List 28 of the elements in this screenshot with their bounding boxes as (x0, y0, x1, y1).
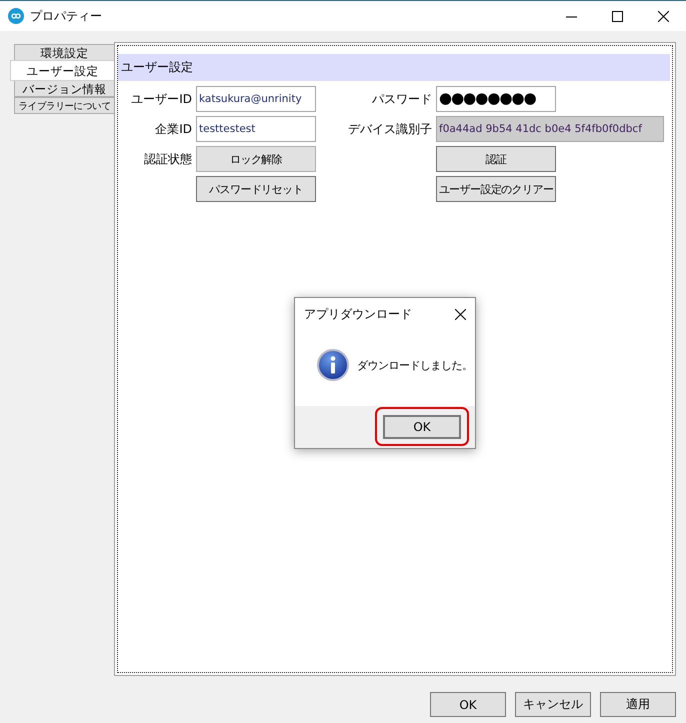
dialog-button[interactable]: OK (430, 692, 506, 717)
app-icon (8, 8, 24, 24)
text-field[interactable]: testtestest (196, 116, 316, 142)
field-label: パスワード (371, 90, 433, 108)
tab[interactable]: 環境設定 (14, 44, 114, 61)
text-field[interactable]: katsukura@unrinity (196, 86, 316, 112)
status-button[interactable]: ロック解除 (196, 146, 316, 172)
ok-button[interactable]: OK (383, 415, 461, 439)
dialog-message: ダウンロードしました。 (357, 358, 472, 372)
info-icon (317, 349, 349, 381)
window-title: プロパティー (30, 8, 103, 24)
action-button[interactable]: 認証 (436, 146, 556, 172)
device-id-field: f0a44ad 9b54 41dc b0e4 5f4fb0f0dbcf (436, 116, 664, 142)
field-label: ユーザーID (130, 90, 193, 108)
tab[interactable]: ライブラリーについて (14, 97, 114, 114)
tab[interactable]: ユーザー設定 (10, 60, 114, 81)
field-label: 認証状態 (143, 150, 193, 168)
dialog-title: アプリダウンロード (304, 306, 413, 322)
field-label: デバイス識別子 (347, 120, 433, 138)
tab[interactable]: バージョン情報 (14, 80, 114, 97)
action-button[interactable]: パスワードリセット (196, 176, 316, 202)
dialog-button[interactable]: 適用 (600, 692, 676, 717)
password-field[interactable]: ●●●●●●●● (436, 86, 556, 112)
dialog-button[interactable]: キャンセル (515, 692, 591, 717)
action-button[interactable]: ユーザー設定のクリアー (436, 176, 556, 202)
close-icon[interactable] (455, 308, 466, 320)
field-label: 企業ID (154, 120, 193, 138)
section-header: ユーザー設定 (118, 54, 670, 81)
